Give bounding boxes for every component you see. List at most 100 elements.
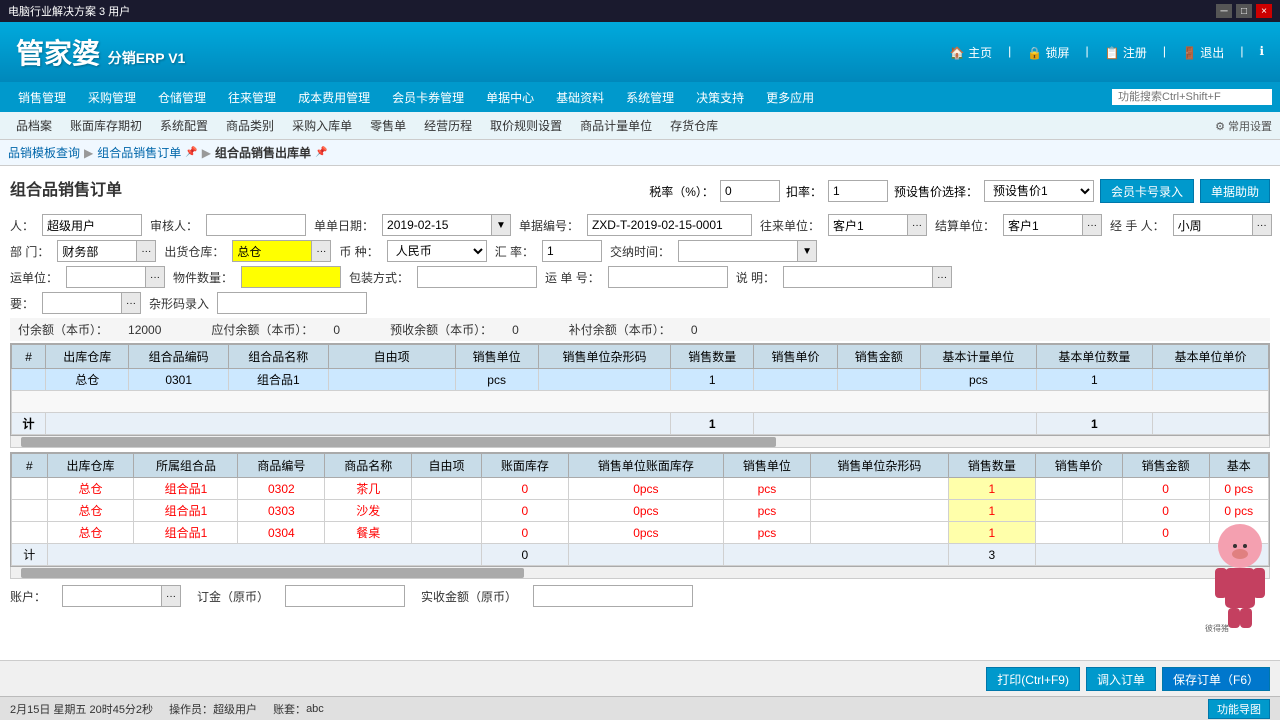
nav-purchase[interactable]: 采购管理 <box>78 85 146 110</box>
breadcrumb-icon-3: 📌 <box>315 147 327 158</box>
nav-sales[interactable]: 销售管理 <box>8 85 76 110</box>
sub-th-wh: 出库仓库 <box>47 454 134 478</box>
sec-stock-initial[interactable]: 账面库存期初 <box>62 114 150 137</box>
home-link[interactable]: 🏠 主页 <box>950 44 992 61</box>
sub-cell-name: 沙发 <box>325 500 412 522</box>
scan-input[interactable] <box>217 292 367 314</box>
price-select[interactable]: 预设售价1 预设售价2 <box>984 180 1094 202</box>
save-btn[interactable]: 保存订单（F6） <box>1162 667 1270 691</box>
item-count-input[interactable] <box>241 266 341 288</box>
warehouse-field: ··· <box>232 240 331 262</box>
shipping-no-input[interactable] <box>608 266 728 288</box>
required-input[interactable] <box>42 292 122 314</box>
currency-select[interactable]: 人民币 <box>387 240 487 262</box>
member-card-btn[interactable]: 会员卡号录入 <box>1100 179 1194 203</box>
nav-search-input[interactable] <box>1112 89 1272 105</box>
trans-time-input[interactable] <box>678 240 798 262</box>
nav-more[interactable]: 更多应用 <box>756 85 824 110</box>
sec-measure[interactable]: 商品计量单位 <box>572 114 660 137</box>
sub-table-row[interactable]: 总仓 组合品1 0303 沙发 0 0pcs pcs 1 0 0 pcs <box>12 500 1269 522</box>
sec-price-rule[interactable]: 取价规则设置 <box>482 114 570 137</box>
packing-input[interactable] <box>417 266 537 288</box>
discount-input[interactable] <box>828 180 888 202</box>
dept-input[interactable] <box>57 240 137 262</box>
warehouse-btn[interactable]: ··· <box>312 240 331 262</box>
sub-th-qty: 销售数量 <box>948 454 1035 478</box>
exchange-rate-input[interactable] <box>542 240 602 262</box>
title-bar-controls[interactable]: ─ □ × <box>1216 4 1272 18</box>
sec-history[interactable]: 经营历程 <box>416 114 480 137</box>
sec-category[interactable]: 商品类别 <box>218 114 282 137</box>
sub-cell-no <box>12 478 48 500</box>
actual-amount-input[interactable] <box>533 585 693 607</box>
nav-decision[interactable]: 决策支持 <box>686 85 754 110</box>
person-input[interactable] <box>42 214 142 236</box>
sub-cell-qty: 1 <box>948 500 1035 522</box>
account-btn[interactable]: ··· <box>162 585 181 607</box>
nav-orders[interactable]: 单据中心 <box>476 85 544 110</box>
sec-config[interactable]: 系统配置 <box>152 114 216 137</box>
sub-table-row[interactable]: 总仓 组合品1 0302 茶几 0 0pcs pcs 1 0 0 pcs <box>12 478 1269 500</box>
breadcrumb-item-2[interactable]: 组合品销售订单 <box>97 144 181 161</box>
nav-partners[interactable]: 往来管理 <box>218 85 286 110</box>
sub-table: # 出库仓库 所属组合品 商品编号 商品名称 自由项 账面库存 销售单位账面库存… <box>11 453 1269 566</box>
settlement-input[interactable] <box>1003 214 1083 236</box>
date-picker-btn[interactable]: ▼ <box>492 214 511 236</box>
nav-warehouse[interactable]: 仓储管理 <box>148 85 216 110</box>
sub-th-no: # <box>12 454 48 478</box>
shipping-unit-input[interactable] <box>66 266 146 288</box>
date-input[interactable] <box>382 214 492 236</box>
nav-system[interactable]: 系统管理 <box>616 85 684 110</box>
settings-link[interactable]: ⚙ 常用设置 <box>1215 118 1272 134</box>
sub-table-scrollbar[interactable] <box>10 567 1270 579</box>
remarks-btn[interactable]: ··· <box>933 266 952 288</box>
sub-cell-amount: 0 <box>1122 500 1209 522</box>
sub-table-row[interactable]: 总仓 组合品1 0304 餐桌 0 0pcs pcs 1 0 0 pcs <box>12 522 1269 544</box>
breadcrumb-item-1[interactable]: 品销模板查询 <box>8 144 80 161</box>
sec-stock-wh[interactable]: 存货仓库 <box>662 114 726 137</box>
sec-purchase-in[interactable]: 采购入库单 <box>284 114 360 137</box>
minimize-btn[interactable]: ─ <box>1216 4 1232 18</box>
warehouse-input[interactable] <box>232 240 312 262</box>
print-btn[interactable]: 打印(Ctrl+F9) <box>986 667 1080 691</box>
reviewer-input[interactable] <box>206 214 306 236</box>
handler-btn[interactable]: ··· <box>1253 214 1272 236</box>
cell-free[interactable] <box>328 369 455 391</box>
maximize-btn[interactable]: □ <box>1236 4 1252 18</box>
doc-no-input[interactable] <box>587 214 752 236</box>
close-btn[interactable]: × <box>1256 4 1272 18</box>
import-btn[interactable]: 调入订单 <box>1086 667 1156 691</box>
partner-input[interactable] <box>828 214 908 236</box>
main-table-scrollbar[interactable] <box>10 436 1270 448</box>
func-map-btn[interactable]: 功能导图 <box>1208 699 1270 719</box>
tax-rate-input[interactable] <box>720 180 780 202</box>
partner-btn[interactable]: ··· <box>908 214 927 236</box>
sub-cell-barcode <box>810 522 948 544</box>
table-row[interactable] <box>12 391 1269 413</box>
remarks-input[interactable] <box>783 266 933 288</box>
settlement-btn[interactable]: ··· <box>1083 214 1102 236</box>
nav-cost[interactable]: 成本费用管理 <box>288 85 380 110</box>
sec-retail[interactable]: 零售单 <box>362 114 414 137</box>
main-th-no: # <box>12 345 46 369</box>
sub-cell-qty: 1 <box>948 522 1035 544</box>
shipping-unit-btn[interactable]: ··· <box>146 266 165 288</box>
dept-btn[interactable]: ··· <box>137 240 156 262</box>
sub-cell-no <box>12 500 48 522</box>
required-btn[interactable]: ··· <box>122 292 141 314</box>
nav-basic[interactable]: 基础资料 <box>546 85 614 110</box>
lock-link[interactable]: 🔒 锁屏 <box>1027 44 1069 61</box>
single-help-btn[interactable]: 单据助助 <box>1200 179 1270 203</box>
register-link[interactable]: 📋 注册 <box>1105 44 1147 61</box>
sec-products[interactable]: 品档案 <box>8 114 60 137</box>
handler-label: 经 手 人： <box>1110 217 1165 234</box>
order-amount-input[interactable] <box>285 585 405 607</box>
sub-cell-unit-stock: 0pcs <box>568 478 723 500</box>
handler-input[interactable] <box>1173 214 1253 236</box>
info-link[interactable]: ℹ <box>1259 44 1264 61</box>
trans-time-btn[interactable]: ▼ <box>798 240 817 262</box>
account-input[interactable] <box>62 585 162 607</box>
table-row[interactable]: 总仓 0301 组合品1 pcs 1 pcs 1 <box>12 369 1269 391</box>
nav-member[interactable]: 会员卡券管理 <box>382 85 474 110</box>
exit-link[interactable]: 🚪 退出 <box>1182 44 1224 61</box>
